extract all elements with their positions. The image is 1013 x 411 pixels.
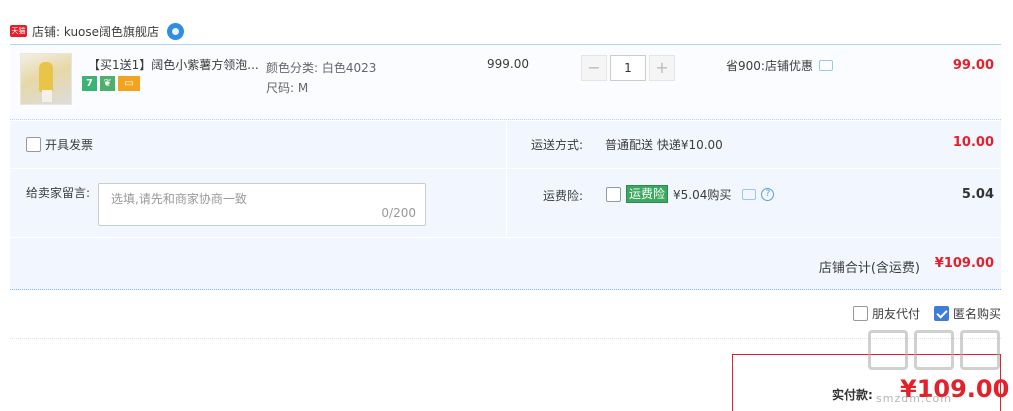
shipping-insurance-price: ¥5.04购买 bbox=[673, 187, 732, 202]
payment-label: 实付款: bbox=[832, 388, 873, 402]
friend-pay-label: 朋友代付 bbox=[871, 307, 920, 321]
order-extras-panel: 开具发票 给卖家留言: 选填,请先和商家协商一致 0/200 运送方式: 普通配… bbox=[10, 121, 1001, 237]
tmall-badge: 天猫 bbox=[10, 25, 27, 37]
section-divider bbox=[10, 338, 1001, 339]
invoice-option[interactable]: 开具发票 bbox=[26, 136, 93, 153]
shop-name-link[interactable]: 店铺: kuose阔色旗舰店 bbox=[32, 23, 159, 40]
seller-message-counter: 0/200 bbox=[381, 206, 416, 220]
friend-pay-option[interactable]: 朋友代付 bbox=[852, 305, 920, 322]
shipping-insurance-tag: 运费险 bbox=[626, 185, 669, 203]
credit-card-icon[interactable]: ▭ bbox=[118, 76, 140, 91]
horizontal-divider bbox=[10, 168, 1001, 169]
product-thumbnail[interactable] bbox=[20, 53, 72, 105]
service-badges: 7 ❦ ▭ bbox=[82, 76, 140, 91]
watermark-glyph bbox=[868, 330, 908, 370]
decrease-quantity-button[interactable]: − bbox=[581, 55, 607, 81]
unit-price: 999.00 bbox=[487, 57, 529, 71]
guarantee-icon[interactable]: ❦ bbox=[100, 76, 115, 91]
sku-color: 颜色分类: 白色4023 bbox=[266, 61, 377, 75]
help-icon[interactable]: ? bbox=[761, 187, 775, 201]
seven-day-return-icon[interactable]: 7 bbox=[82, 76, 97, 91]
shop-total-label: 店铺合计(含运费) bbox=[818, 261, 920, 276]
sku-info: 颜色分类: 白色4023 尺码: M bbox=[266, 58, 376, 98]
anonymous-purchase-label: 匿名购买 bbox=[952, 307, 1001, 321]
quantity-stepper: − 1 + bbox=[581, 55, 675, 81]
insurance-info-icon[interactable] bbox=[742, 188, 757, 200]
seller-message-label: 给卖家留言: bbox=[26, 186, 91, 200]
discount-info: 省900:店铺优惠 bbox=[726, 57, 833, 74]
product-title[interactable]: 【买1送1】阔色小紫薯方领泡... bbox=[88, 56, 259, 73]
invoice-checkbox[interactable] bbox=[26, 137, 41, 152]
shipping-insurance-fee: 5.04 bbox=[961, 187, 994, 202]
watermark-url: smzdm.com bbox=[876, 392, 952, 405]
anonymous-purchase-checkbox[interactable] bbox=[933, 306, 949, 321]
item-subtotal: 99.00 bbox=[952, 58, 994, 73]
shop-total-value: ¥109.00 bbox=[934, 256, 994, 271]
shipping-fee: 10.00 bbox=[952, 135, 994, 150]
watermark: smzdm.com bbox=[868, 330, 1003, 411]
seller-message-textarea[interactable]: 选填,请先和商家协商一致 0/200 bbox=[98, 183, 426, 226]
shipping-method-label: 运送方式: bbox=[531, 138, 584, 152]
anonymous-purchase-option[interactable]: 匿名购买 bbox=[933, 305, 1001, 322]
friend-pay-checkbox[interactable] bbox=[852, 306, 868, 321]
shipping-method-value[interactable]: 普通配送 快递¥10.00 bbox=[605, 136, 723, 153]
shipping-insurance-option: 运费险 ¥5.04购买 ? bbox=[606, 185, 775, 203]
seller-message-placeholder: 选填,请先和商家协商一致 bbox=[111, 192, 247, 206]
quantity-input[interactable]: 1 bbox=[610, 55, 646, 81]
discount-text: 省900:店铺优惠 bbox=[726, 59, 813, 73]
vertical-divider bbox=[506, 121, 507, 237]
wangwang-chat-icon[interactable] bbox=[167, 22, 185, 40]
shipping-insurance-label: 运费险: bbox=[543, 189, 584, 203]
discount-detail-icon[interactable] bbox=[818, 60, 833, 71]
shop-header: 天猫 店铺: kuose阔色旗舰店 bbox=[10, 18, 185, 44]
payment-options: 朋友代付 匿名购买 bbox=[839, 305, 1001, 322]
invoice-label: 开具发票 bbox=[45, 138, 94, 152]
watermark-glyph bbox=[960, 330, 1000, 370]
shop-total-row: 店铺合计(含运费) ¥109.00 bbox=[10, 238, 1001, 290]
shipping-insurance-checkbox[interactable] bbox=[606, 186, 621, 202]
sku-size: 尺码: M bbox=[266, 81, 309, 95]
watermark-glyph bbox=[914, 330, 954, 370]
order-item-row: 【买1送1】阔色小紫薯方领泡... 7 ❦ ▭ 颜色分类: 白色4023 尺码:… bbox=[10, 44, 1001, 120]
increase-quantity-button[interactable]: + bbox=[649, 55, 675, 81]
